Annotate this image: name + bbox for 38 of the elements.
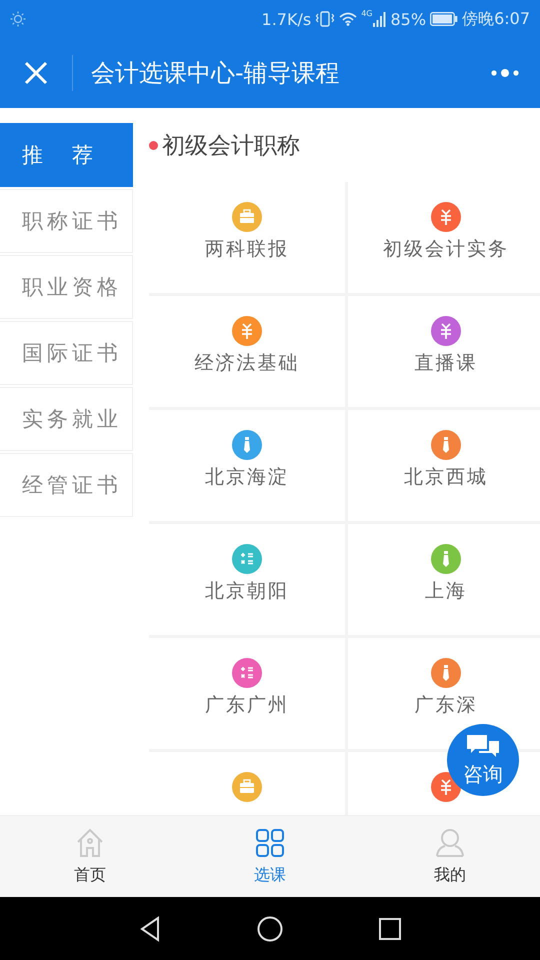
vibrate-icon (315, 11, 336, 27)
grid-icon (254, 827, 286, 859)
wifi-icon (339, 12, 358, 26)
more-icon[interactable] (490, 68, 520, 78)
section-title: 初级会计职称 (162, 132, 300, 160)
bottom-tab[interactable]: 选课 (180, 816, 360, 897)
close-icon[interactable] (24, 61, 48, 85)
back-icon[interactable] (139, 916, 161, 942)
bottom-tab[interactable]: 我的 (360, 816, 540, 897)
category-tab[interactable]: 经管证书 (0, 453, 133, 517)
category-tab[interactable]: 职称证书 (0, 189, 133, 253)
course-label[interactable]: 广东广州 (205, 692, 289, 718)
course-label[interactable]: 广东深 (414, 692, 478, 718)
category-tab[interactable]: 推 荐 (0, 123, 133, 187)
course-label[interactable]: 北京海淀 (205, 464, 289, 490)
course-label[interactable]: 上海 (425, 578, 467, 604)
page-title: 会计选课中心-辅导课程 (91, 58, 341, 89)
home-icon[interactable] (257, 916, 283, 942)
category-tab[interactable]: 实务就业 (0, 387, 133, 451)
clock: 傍晚6:07 (462, 8, 530, 30)
course-label[interactable]: 初级会计实务 (383, 236, 509, 262)
course-label[interactable]: 直播课 (414, 350, 478, 376)
category-tab[interactable]: 国际证书 (0, 321, 133, 385)
recents-icon[interactable] (379, 918, 401, 940)
course-label[interactable]: 两科联报 (205, 236, 289, 262)
bottom-tab[interactable]: 首页 (0, 816, 180, 897)
bullet-dot (149, 140, 158, 150)
battery-icon (430, 12, 458, 26)
course-label[interactable]: 北京朝阳 (205, 578, 289, 604)
network-type: 4G (361, 9, 372, 18)
course-label[interactable]: 经济法基础 (194, 350, 300, 376)
course-label[interactable]: 北京西城 (404, 464, 488, 490)
battery-percent: 85% (390, 10, 426, 28)
network-speed: 1.7K/s (262, 10, 312, 28)
category-tab[interactable]: 职业资格 (0, 255, 133, 319)
signal-icon (372, 11, 386, 27)
person-icon (434, 827, 466, 859)
brightness-icon (10, 11, 26, 27)
